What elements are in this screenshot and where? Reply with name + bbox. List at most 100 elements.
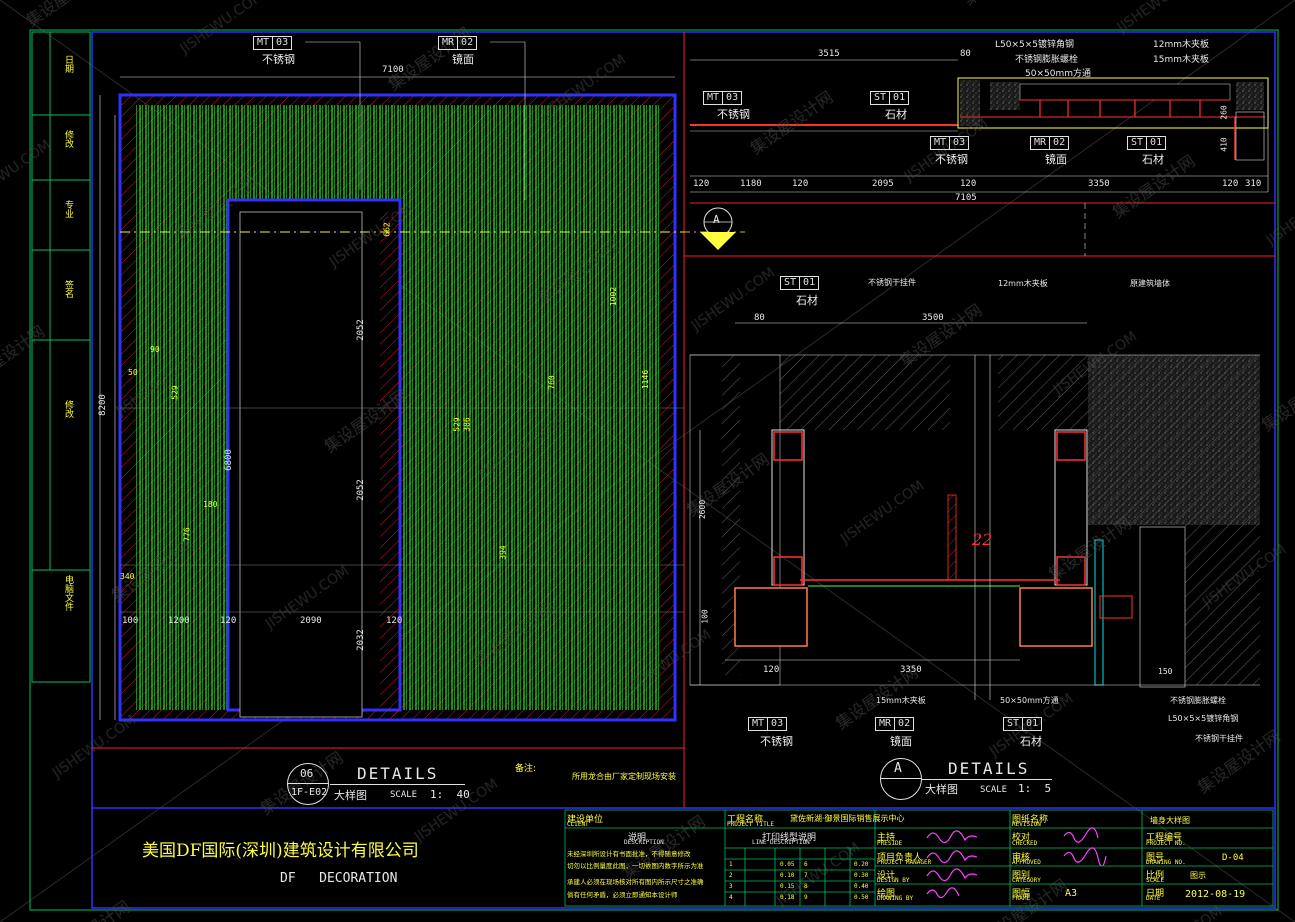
tb-role-1-en: PROJECT MANAGER xyxy=(877,859,932,866)
tb-drawing-name: 墙身大样图 xyxy=(1150,816,1190,825)
plan-dim-top-0: 3515 xyxy=(818,49,840,59)
lineweight-cell: 0.15 xyxy=(780,883,795,890)
plan-dim-bottom-0: 120 xyxy=(693,179,710,189)
section-note-0: 不锈钢干挂件 xyxy=(868,278,916,287)
section-tag-3: ST 01 xyxy=(1003,717,1043,731)
section-dim-2: 2600 xyxy=(698,499,708,520)
dim-misc-7: 394 xyxy=(498,545,508,560)
tag-num: 02 xyxy=(894,718,913,730)
section-dim-1: 3500 xyxy=(922,313,944,323)
tb-desc-line-0: 未经深圳所设计有书面批准，不得随意修改 xyxy=(567,850,691,858)
tag-code: MT xyxy=(934,137,947,148)
section-note-1: 12mm木夹板 xyxy=(998,279,1048,288)
section-tag-0: ST 01 xyxy=(780,276,820,290)
plan-dim-bottom-2: 120 xyxy=(792,179,809,189)
tb-project-en: PROJECT TITLE xyxy=(727,821,774,828)
section-scale-label: SCALE xyxy=(980,785,1008,795)
tb-project-name: 黛佐新湖·御景国际销售展示中心 xyxy=(790,814,905,823)
plan-tag-3: MR 02 xyxy=(1030,136,1070,150)
plan-tag-2-name: 不锈钢 xyxy=(935,153,968,166)
section-title-cn: 大样图 xyxy=(925,783,958,796)
tb-approved-en: APPROVED xyxy=(1012,859,1041,866)
sidebar-label-cad-file: 电脑文件 xyxy=(63,575,73,611)
plan-tag-1: ST 01 xyxy=(870,91,910,105)
plan-note-0: L50×5×5镀锌角钢 xyxy=(995,40,1075,50)
tag-code: ST xyxy=(874,92,887,103)
lineweight-cell: 0.05 xyxy=(780,861,795,868)
lineweight-cell: 3 xyxy=(729,883,733,890)
signature-marks xyxy=(926,830,978,899)
tag-code: ST xyxy=(1131,137,1144,148)
tb-scale-en: SCALE xyxy=(1146,877,1165,884)
section-note-3: 15mm木夹板 xyxy=(876,696,926,705)
dim-bottom-0: 100 xyxy=(122,616,139,626)
dim-bottom-1: 1200 xyxy=(168,616,190,626)
dim-top-total: 7100 xyxy=(382,65,404,75)
section-dim-6: 150 xyxy=(1158,667,1173,676)
section-tag-2-name: 镜面 xyxy=(890,735,912,748)
tag-num: 03 xyxy=(949,137,968,149)
dim-center-1: 2052 xyxy=(355,479,366,501)
section-scale-value: 1: 5 xyxy=(1018,782,1052,795)
section-dim-0: 80 xyxy=(754,313,765,323)
plan-dim-bottom-4: 120 xyxy=(960,179,977,189)
plan-dim-bottom-6: 120 xyxy=(1222,179,1239,189)
plan-dim-total: 7105 xyxy=(955,193,977,203)
dim-left-total: 8200 xyxy=(97,394,108,416)
section-tag-2: MR 02 xyxy=(875,717,915,731)
lineweight-cell: 0.20 xyxy=(854,861,869,868)
dim-left-inner: 6800 xyxy=(223,449,234,471)
section-dim-3: 100 xyxy=(700,609,710,624)
plan-note-2: 50×50mm方通 xyxy=(1025,69,1091,79)
plan-tag-0-name: 不锈钢 xyxy=(717,108,750,121)
remark-text: 所用龙合由厂家定制现场安装 xyxy=(572,772,676,781)
lineweight-cell: 4 xyxy=(729,894,733,901)
section-note-2: 原建筑墙体 xyxy=(1130,279,1170,288)
lineweight-cell: 6 xyxy=(804,861,808,868)
elevation-title-num: 06 xyxy=(300,767,314,780)
tb-date-value: 2012-08-19 xyxy=(1185,889,1246,900)
tb-projno-en: PROJECT NO. xyxy=(1146,840,1186,847)
dim-misc-12: 90 xyxy=(150,345,160,354)
tag-num: 01 xyxy=(889,92,908,104)
lineweight-cell: 1 xyxy=(729,861,733,868)
sidebar-label-revise: 修改 xyxy=(63,130,73,148)
section-note-6: L50×5×5镀锌角钢 xyxy=(1168,714,1239,723)
lineweight-cell: 8 xyxy=(804,883,808,890)
elevation-title-divider xyxy=(287,783,329,784)
section-dim-5: 3350 xyxy=(900,665,922,675)
section-title-divider xyxy=(880,778,922,779)
dim-bottom-2: 120 xyxy=(220,616,237,626)
dim-misc-8: 760 xyxy=(547,375,557,390)
tag-code: ST xyxy=(784,277,797,288)
tag-num: 03 xyxy=(272,37,291,49)
tag-code: MR xyxy=(442,37,455,48)
checker-signature-marks xyxy=(1063,827,1107,866)
sidebar-label-signature: 签名 xyxy=(63,280,73,298)
elevation-title-cn: 大样图 xyxy=(334,789,367,802)
lineweight-cell: 0.10 xyxy=(780,872,795,879)
lineweight-cell: 2 xyxy=(729,872,733,879)
dim-misc-6: 386 xyxy=(462,417,472,432)
elevation-tag-mt03: MT 03 xyxy=(253,36,293,50)
tb-scale-value: 图示 xyxy=(1190,871,1206,880)
lineweight-cell: 9 xyxy=(804,894,808,901)
tag-num: 01 xyxy=(1022,718,1041,730)
dim-bottom-4: 120 xyxy=(386,616,403,626)
tb-frame-value: A3 xyxy=(1065,888,1078,899)
tag-code: MT xyxy=(752,718,765,729)
tb-role-0-en: PRESIDE xyxy=(877,840,903,847)
tb-role-2-en: DESIGN BY xyxy=(877,877,910,884)
lineweight-cell: 0.40 xyxy=(854,883,869,890)
tb-desc-line-3: 倘有任何矛盾，必须立即通知本设计师 xyxy=(567,891,678,899)
tag-num: 01 xyxy=(1146,137,1165,149)
tb-lineweight-en: LINE DESCRIPTION xyxy=(752,839,810,846)
tb-category-en: CATEGORY xyxy=(1012,877,1041,884)
lineweight-cell: 7 xyxy=(804,872,808,879)
elevation-title-underline xyxy=(330,784,465,785)
cad-drawing-sheet: 集设屋设计网 JISHEWU.COM xyxy=(0,0,1295,922)
tb-frame-en: FRAME xyxy=(1012,895,1031,902)
sidebar-label-date: 日期 xyxy=(63,55,73,73)
remark-label: 备注: xyxy=(515,764,537,774)
tb-desc-line-2: 承建人必须在现场核对所有图内所示尺寸之准确 xyxy=(567,878,704,886)
